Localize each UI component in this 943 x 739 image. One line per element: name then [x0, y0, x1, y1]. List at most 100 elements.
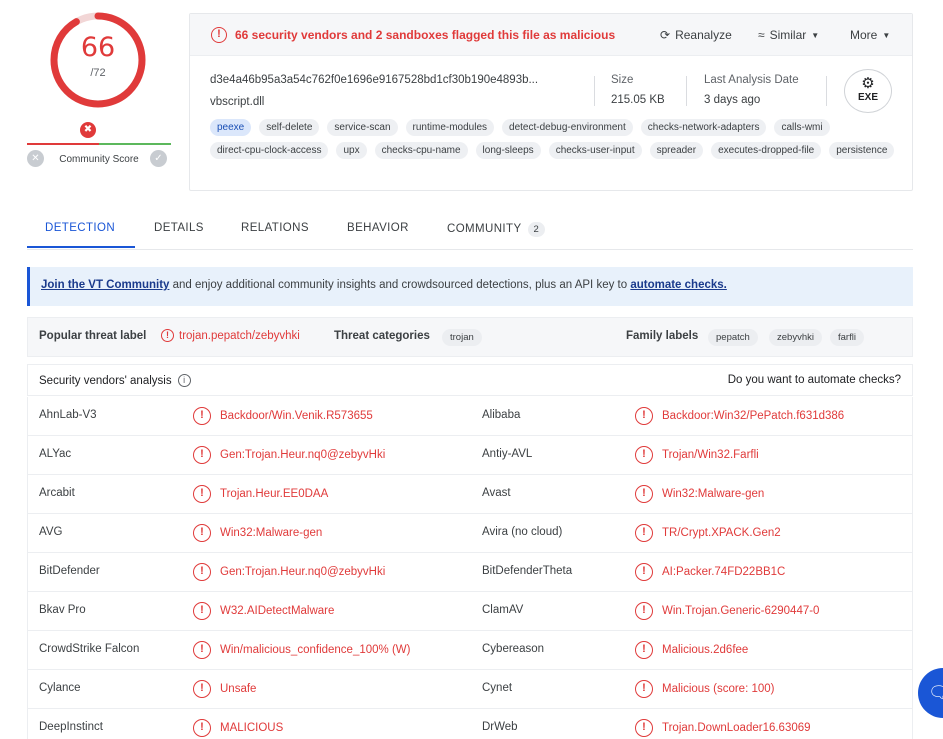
banner-text: and enjoy additional community insights … [169, 279, 631, 291]
family-label-pill[interactable]: farfli [830, 329, 864, 346]
tag-pill[interactable]: checks-network-adapters [640, 119, 767, 136]
alert-circle-icon: ! [193, 563, 211, 581]
vote-harmless-button[interactable]: ✓ [150, 150, 167, 167]
alert-circle-icon: ! [161, 329, 174, 342]
vendor-result[interactable]: ! Win/malicious_confidence_100% (W) [193, 641, 410, 659]
chat-icon[interactable]: 🗨 [918, 668, 943, 718]
tag-pill[interactable]: checks-user-input [548, 142, 642, 159]
reanalyze-label: Reanalyze [675, 28, 732, 42]
vendor-result[interactable]: ! Unsafe [193, 680, 256, 698]
community-score-marker-icon: ✖ [80, 122, 96, 138]
table-row: Bkav Pro ! W32.AIDetectMalware ClamAV! Win.T… [27, 592, 913, 631]
tag-pill[interactable]: long-sleeps [475, 142, 541, 159]
tag-pill[interactable]: checks-cpu-name [374, 142, 468, 159]
chevron-down-icon: ▼ [811, 30, 820, 40]
alert-circle-icon: ! [635, 602, 653, 620]
alert-circle-icon: ! [635, 563, 653, 581]
more-label: More [850, 28, 878, 42]
tag-pill[interactable]: peexe [210, 119, 252, 136]
vendor-result-text: Unsafe [220, 683, 257, 695]
tag-pill[interactable]: executes-dropped-file [711, 142, 822, 159]
table-row: DeepInstinct! MALICIOUS DrWeb! Trojan.DownL… [27, 709, 913, 739]
vendor-result[interactable]: ! Trojan.Heur.EE0DAA [193, 485, 328, 503]
alert-circle-icon: ! [193, 719, 211, 737]
table-row: CrowdStrike Falcon! Win/malicious_confide… [27, 631, 913, 670]
vendor-name: DeepInstinct [39, 721, 103, 733]
tab-detection[interactable]: DETECTION [45, 222, 115, 234]
vendor-result-text: Gen:Trojan.Heur.nq0@zebyvHki [220, 566, 386, 578]
vendor-result[interactable]: ! Gen:Trojan.Heur.nq0@zebyvHki [193, 563, 385, 581]
vendor-name: ALYac [39, 448, 72, 460]
vendor-result[interactable]: ! Backdoor:Win32/PePatch.f631d386 [635, 407, 844, 425]
community-score-row: ✕ Community Score ✓ [27, 150, 171, 168]
vendor-name: Antiy-AVL [482, 448, 533, 460]
tag-pill[interactable]: upx [336, 142, 367, 159]
automate-checks-prompt[interactable]: Do you want to automate checks? [728, 374, 901, 386]
vendor-name: ClamAV [482, 604, 524, 616]
info-icon[interactable]: i [177, 374, 191, 387]
vendor-name: Cynet [482, 682, 513, 694]
tag-pill[interactable]: persistence [829, 142, 895, 159]
vendor-name: CrowdStrike Falcon [39, 643, 140, 655]
table-row: Arcabit! Trojan.Heur.EE0DAA Avast! Win32:Ma… [27, 475, 913, 514]
vendor-result-text: Win.Trojan.Generic-6290447-0 [662, 605, 820, 617]
vendor-result-text: AI:Packer.74FD22BB1C [662, 566, 786, 578]
vendor-result[interactable]: ! MALICIOUS [193, 719, 283, 737]
alert-circle-icon: ! [635, 719, 653, 737]
size-value: 215.05 KB [611, 94, 665, 106]
vendor-result[interactable]: ! Win32:Malware-gen [193, 524, 322, 542]
vendor-result[interactable]: ! TR/Crypt.XPACK.Gen2 [635, 524, 781, 542]
vendor-result[interactable]: ! Trojan/Win32.Farfli [635, 446, 759, 464]
automate-checks-link[interactable]: automate checks. [630, 279, 727, 291]
community-count-badge: 2 [527, 222, 546, 237]
vendor-result-text: Backdoor:Win32/PePatch.f631d386 [662, 410, 845, 422]
vendor-result[interactable]: ! Malicious (score: 100) [635, 680, 774, 698]
table-row: BitDefender! Gen:Trojan.Heur.nq0@zebyvHki… [27, 553, 913, 592]
tag-pill[interactable]: calls-wmi [774, 119, 830, 136]
vendor-result-text: Trojan.DownLoader16.63069 [662, 722, 811, 734]
vendor-result-text: Trojan/Win32.Farfli [662, 449, 759, 461]
family-label-pill[interactable]: pepatch [708, 329, 758, 346]
vendor-result[interactable]: ! Gen:Trojan.Heur.nq0@zebyvHki [193, 446, 385, 464]
vendor-result[interactable]: ! Win.Trojan.Generic-6290447-0 [635, 602, 819, 620]
join-community-link[interactable]: Join the VT Community [41, 279, 169, 291]
alert-circle-icon: ! [193, 641, 211, 659]
tab-behavior[interactable]: BEHAVIOR [347, 222, 409, 234]
tag-pill[interactable]: runtime-modules [405, 119, 495, 136]
vendor-result[interactable]: ! AI:Packer.74FD22BB1C [635, 563, 785, 581]
threat-category-pill[interactable]: trojan [442, 329, 482, 346]
vendor-name: Avira (no cloud) [482, 526, 563, 538]
tag-pill[interactable]: detect-debug-environment [502, 119, 633, 136]
vendor-result-text: TR/Crypt.XPACK.Gen2 [662, 527, 781, 539]
tag-pill[interactable]: self-delete [259, 119, 320, 136]
last-analysis-value: 3 days ago [704, 94, 761, 106]
tag-pill[interactable]: direct-cpu-clock-access [210, 142, 329, 159]
reanalyze-button[interactable]: ⟳ Reanalyze [660, 28, 732, 42]
family-label-pill[interactable]: zebyvhki [769, 329, 822, 346]
popular-threat-label[interactable]: ! trojan.pepatch/zebyvhki [161, 329, 300, 342]
vendor-result[interactable]: ! Malicious.2d6fee [635, 641, 748, 659]
more-button[interactable]: More ▼ [850, 28, 890, 42]
vendors-analysis-header: Security vendors' analysis i Do you want… [27, 364, 913, 396]
vendor-result[interactable]: ! Win32:Malware-gen [635, 485, 764, 503]
similar-icon: ≈ [758, 28, 765, 42]
file-hash[interactable]: d3e4a46b95a3a54c762f0e1696e9167528bd1cf3… [210, 74, 538, 86]
tag-pill[interactable]: service-scan [327, 119, 398, 136]
tab-details[interactable]: DETAILS [154, 222, 204, 234]
vendor-result[interactable]: ! W32.AIDetectMalware [193, 602, 334, 620]
tab-bar: DETECTION DETAILS RELATIONS BEHAVIOR COM… [27, 214, 913, 250]
alert-circle-icon: ! [193, 485, 211, 503]
tab-relations[interactable]: RELATIONS [241, 222, 309, 234]
vendor-result-text: Win/malicious_confidence_100% (W) [220, 644, 411, 656]
vendor-name: BitDefenderTheta [482, 565, 573, 577]
similar-button[interactable]: ≈ Similar ▼ [758, 28, 819, 42]
vendor-result-text: Win32:Malware-gen [220, 527, 323, 539]
vendor-result[interactable]: ! Trojan.DownLoader16.63069 [635, 719, 811, 737]
vendor-result-text: Gen:Trojan.Heur.nq0@zebyvHki [220, 449, 386, 461]
table-row: AVG ! Win32:Malware-gen Avira (no cloud) ! TR… [27, 514, 913, 553]
tag-pill[interactable]: spreader [649, 142, 704, 159]
tab-community[interactable]: COMMUNITY 2 [447, 222, 546, 237]
vendor-result[interactable]: ! Backdoor/Win.Venik.R573655 [193, 407, 373, 425]
vendor-name: AVG [39, 526, 63, 538]
vendor-name: Bkav Pro [39, 604, 86, 616]
